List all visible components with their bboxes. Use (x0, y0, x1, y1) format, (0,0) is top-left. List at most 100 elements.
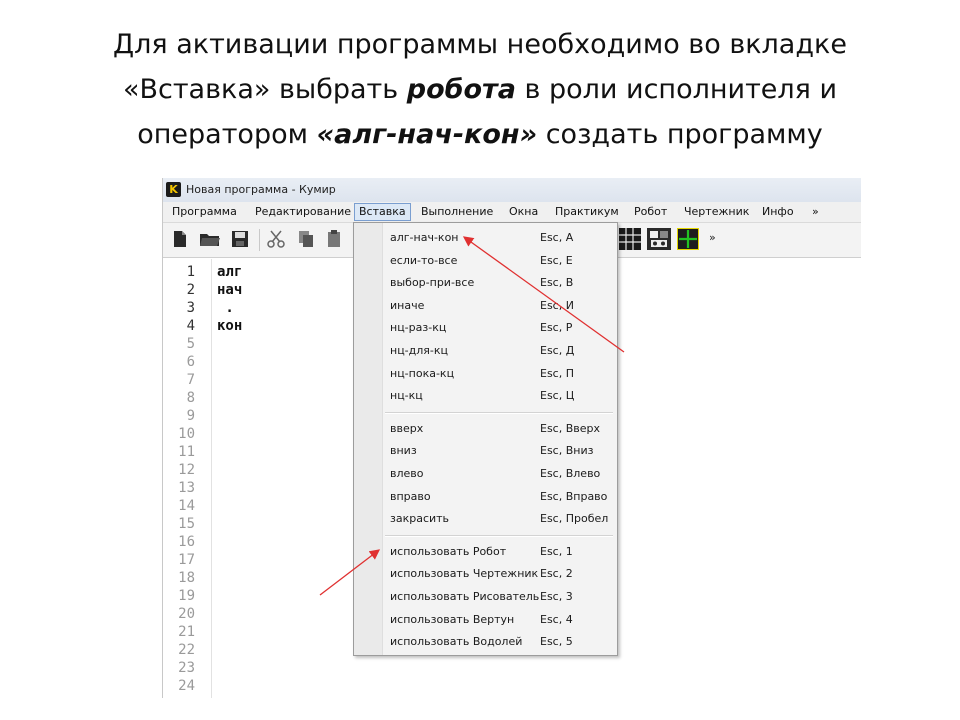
line-number-gutter: 1 2 3 4 5 6 7 8 9 10 11 12 13 14 15 16 17 18 19 20 21 22 23 24 (163, 259, 212, 698)
menu-item-shortcut: Esc, 4 (540, 612, 573, 626)
menu-item-label: нц-кц (390, 389, 423, 403)
menu-item-label: использовать Робот (390, 544, 507, 558)
menu-item-group3-0[interactable]: использовать Робот Esc, 1 (354, 541, 617, 563)
menu-item-shortcut: Esc, П (540, 366, 574, 380)
line-number: 15 (178, 516, 195, 532)
line-number: 21 (178, 624, 195, 640)
menu-item-group1-1[interactable]: если-то-все Esc, E (354, 250, 617, 272)
cut-icon[interactable] (267, 230, 285, 248)
line-number: 11 (178, 444, 195, 460)
copy-icon[interactable] (297, 230, 315, 248)
menu-item-group1-0[interactable]: алг-нач-кон Esc, A (354, 227, 617, 249)
menu-practicum[interactable]: Практикум (551, 204, 623, 220)
line-number: 19 (178, 588, 195, 604)
menu-edit[interactable]: Редактирование (251, 204, 355, 220)
menu-item-label: вправо (390, 489, 431, 503)
menu-drawer[interactable]: Чертежник (680, 204, 753, 220)
menu-item-group1-5[interactable]: нц-для-кц Esc, Д (354, 340, 617, 362)
menu-item-label: если-то-все (390, 253, 458, 267)
title-emphasis-robot: робота (406, 74, 516, 105)
line-number: 4 (186, 318, 195, 334)
line-number: 20 (178, 606, 195, 622)
insert-dropdown-menu: алг-нач-кон Esc, A если-то-все Esc, E выбор-… (353, 222, 618, 656)
menu-item-group2-1[interactable]: вниз Esc, Вниз (354, 440, 617, 462)
menu-item-label: выбор-при-все (390, 276, 475, 290)
menu-item-group2-4[interactable]: закрасить Esc, Пробел (354, 508, 617, 530)
menu-item-shortcut: Esc, Вверх (540, 421, 601, 435)
menu-item-label: влево (390, 467, 424, 480)
menu-item-shortcut: Esc, Ц (540, 389, 575, 403)
open-folder-icon[interactable] (199, 230, 221, 248)
menu-robot[interactable]: Робот (630, 204, 671, 220)
menu-item-group3-2[interactable]: использовать Рисователь Esc, 3 (354, 586, 617, 608)
code-line[interactable]: . (217, 299, 233, 317)
menu-item-group1-6[interactable]: нц-пока-кц Esc, П (354, 363, 617, 385)
menu-item-group1-7[interactable]: нц-кц Esc, Ц (354, 385, 617, 407)
toolbar-separator (259, 229, 260, 251)
robot-game-icon[interactable] (647, 228, 671, 250)
title-text: оператором (137, 119, 317, 150)
menu-windows[interactable]: Окна (505, 204, 542, 220)
window-titlebar[interactable]: K Новая программа - Кумир (163, 178, 861, 202)
menu-overflow[interactable]: » (808, 204, 823, 220)
menu-item-label: закрасить (390, 512, 450, 526)
paste-icon[interactable] (327, 230, 341, 248)
menu-program[interactable]: Программа (168, 204, 241, 220)
menu-item-group3-3[interactable]: использовать Вертун Esc, 4 (354, 609, 617, 631)
grid-icon[interactable] (619, 228, 641, 250)
menu-item-group1-3[interactable]: иначе Esc, И (354, 295, 617, 317)
menubar: Программа Редактирование Вставка Выполне… (163, 202, 861, 223)
menu-item-shortcut: Esc, Влево (540, 467, 601, 480)
menu-insert[interactable]: Вставка (354, 203, 411, 221)
line-number: 24 (178, 678, 195, 694)
menu-item-shortcut: Esc, Д (540, 344, 575, 357)
line-number: 22 (178, 642, 195, 658)
menu-item-label: использовать Чертежник (390, 567, 539, 581)
new-file-icon[interactable] (171, 230, 189, 248)
code-line[interactable]: алг (217, 263, 242, 281)
line-number: 8 (186, 390, 195, 406)
code-line[interactable]: нач (217, 281, 242, 299)
menu-item-shortcut: Esc, 1 (540, 544, 573, 558)
menu-item-label: вниз (390, 444, 417, 458)
menu-item-group2-2[interactable]: влево Esc, Влево (354, 463, 617, 485)
line-number: 12 (178, 462, 195, 478)
slide-title-line-3: оператором «алг-нач-кон» создать програм… (40, 112, 920, 157)
menu-item-group3-1[interactable]: использовать Чертежник Esc, 2 (354, 563, 617, 585)
slide-title-line-2: «Вставка» выбрать робота в роли исполнит… (40, 67, 920, 112)
line-number: 2 (186, 282, 195, 298)
window-title: Новая программа - Кумир (186, 183, 336, 196)
line-number: 10 (178, 426, 195, 442)
toolbar-overflow[interactable]: » (709, 231, 716, 244)
menu-item-shortcut: Esc, A (540, 231, 574, 244)
menu-run[interactable]: Выполнение (417, 204, 497, 220)
line-number: 3 (186, 300, 195, 316)
line-number: 17 (178, 552, 195, 568)
line-number: 18 (178, 570, 195, 586)
menu-info[interactable]: Инфо (758, 204, 798, 220)
line-number: 16 (178, 534, 195, 550)
menu-item-group1-2[interactable]: выбор-при-все Esc, B (354, 272, 617, 294)
menu-item-group2-0[interactable]: вверх Esc, Вверх (354, 418, 617, 440)
menu-item-label: нц-раз-кц (390, 321, 447, 335)
menu-item-shortcut: Esc, E (540, 253, 573, 267)
menu-item-label: использовать Вертун (390, 612, 515, 626)
menu-item-label: использовать Водолей (390, 635, 523, 649)
menu-item-group3-4[interactable]: использовать Водолей Esc, 5 (354, 631, 617, 653)
slide-title-line-1: Для активации программы необходимо во вк… (113, 29, 847, 60)
menu-item-shortcut: Esc, И (540, 298, 574, 312)
menu-item-label: нц-для-кц (390, 344, 449, 357)
line-number: 9 (186, 408, 195, 424)
slide-title: Для активации программы необходимо во вк… (40, 22, 920, 157)
menu-item-shortcut: Esc, B (540, 276, 574, 290)
drawer-icon[interactable] (677, 228, 699, 250)
menu-item-shortcut: Esc, 2 (540, 567, 573, 581)
menu-item-group1-4[interactable]: нц-раз-кц Esc, Р (354, 317, 617, 339)
code-line[interactable]: кон (217, 317, 242, 335)
menu-item-shortcut: Esc, Вниз (540, 444, 594, 458)
save-icon[interactable] (231, 230, 249, 248)
line-number: 1 (186, 264, 195, 280)
menu-item-group2-3[interactable]: вправо Esc, Вправо (354, 486, 617, 508)
menu-item-label: иначе (390, 298, 425, 312)
menu-item-label: алг-нач-кон (390, 231, 459, 244)
